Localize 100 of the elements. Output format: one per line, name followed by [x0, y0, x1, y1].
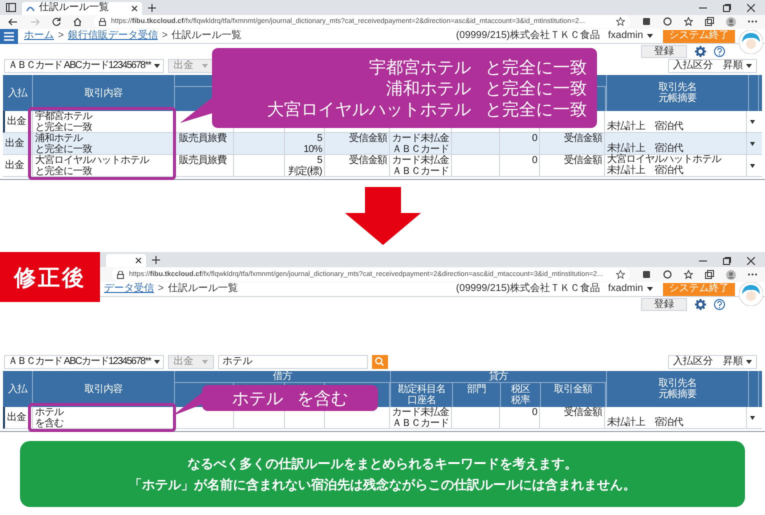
user-menu[interactable]: fxadmin: [608, 30, 653, 42]
table-cell: カード未払金 ＡＢＣカード: [392, 155, 449, 177]
settings-icon[interactable]: [695, 299, 706, 310]
caret-icon[interactable]: [750, 120, 754, 124]
collections-icon[interactable]: [705, 17, 714, 26]
table-cell: 宇都宮ホテル と完全に一致: [35, 111, 92, 133]
lock-icon: [99, 18, 106, 26]
table-row[interactable]: 出金 大宮ロイヤルハットホテル と完全に一致 販売員旅費 5 判定(標) 受信金額 カード未払金 ＡＢＣカード 0 受信金額 大宮ロイヤルハットホテル 未払計上 宿泊代: [3, 155, 762, 177]
status-badge: 修正後: [0, 252, 100, 302]
table-cell: 出金: [7, 412, 26, 423]
table-cell: 受信金額: [564, 407, 602, 418]
user-menu[interactable]: fxadmin: [608, 283, 653, 295]
breadcrumb-link[interactable]: ホーム: [24, 30, 54, 42]
column-header: 取引内容: [84, 384, 122, 394]
callout-text: ホテル: [232, 388, 283, 408]
search-icon: [375, 357, 384, 366]
breadcrumb-link[interactable]: 銀行信販データ受信: [68, 30, 158, 42]
callout-text: と完全に一致: [485, 98, 587, 120]
profile-icon[interactable]: [726, 16, 736, 27]
account-select[interactable]: ＡＢＣカード ABCカード12345678**: [4, 58, 164, 73]
table-cell: ホテル を含む: [35, 407, 64, 429]
collections-icon[interactable]: [705, 270, 714, 279]
column-header: 勘定科目名 口座名: [398, 384, 446, 406]
table-cell: 受信金額: [349, 155, 387, 166]
star-icon[interactable]: [616, 270, 625, 279]
account-select[interactable]: ＡＢＣカード ABCカード12345678**: [4, 354, 164, 368]
table-cell: 5 10%: [303, 133, 322, 155]
column-header: 部門: [467, 384, 486, 395]
caret-icon: [154, 360, 160, 364]
sort-select[interactable]: 入払区分 昇順: [668, 58, 757, 73]
table-cell: 大宮ロイヤルハットホテル 未払計上 宿泊代: [607, 154, 721, 176]
register-button[interactable]: 登録: [641, 44, 687, 58]
table-cell: カード未払金 ＡＢＣカード: [392, 407, 449, 429]
close-icon[interactable]: [747, 4, 755, 12]
home-icon[interactable]: [73, 17, 82, 26]
callout-text: と完全に一致: [485, 78, 587, 98]
search-field[interactable]: ホテル: [218, 354, 368, 368]
refresh-icon[interactable]: [52, 17, 61, 26]
callout-text: を含む: [297, 388, 348, 408]
caret-icon[interactable]: [750, 142, 754, 146]
close-icon[interactable]: [131, 4, 138, 12]
column-group-header: 貸方: [489, 371, 508, 382]
caret-icon: [202, 64, 208, 68]
circle-icon[interactable]: [663, 270, 672, 279]
restore-icon[interactable]: [723, 256, 731, 264]
restore-icon[interactable]: [723, 4, 731, 12]
menu-icon[interactable]: [0, 28, 18, 44]
table-cell: 未払計上 宿泊代: [607, 417, 683, 428]
table-cell: 受信金額: [564, 133, 602, 144]
sort-select[interactable]: 入払区分 昇順: [668, 354, 757, 368]
new-tab-icon[interactable]: [152, 256, 160, 264]
breadcrumb-current: 仕訳ルール一覧: [168, 283, 238, 295]
caret-icon: [154, 64, 160, 68]
close-icon[interactable]: [747, 256, 755, 264]
table-cell: 販売員旅費: [179, 155, 226, 166]
new-tab-icon[interactable]: [148, 4, 156, 12]
column-header: 入払: [8, 88, 27, 98]
circle-icon[interactable]: [663, 17, 672, 26]
profile-icon[interactable]: [726, 270, 736, 280]
caret-icon: [202, 360, 208, 364]
column-group-header: 借方: [273, 371, 292, 382]
column-header: 取引内容: [84, 88, 122, 98]
help-icon[interactable]: [714, 46, 725, 57]
table-cell: 出金: [5, 160, 24, 171]
back-icon[interactable]: [8, 18, 18, 26]
tab-title: 仕訳ルール一覧: [39, 2, 110, 14]
caret-icon[interactable]: [750, 164, 754, 168]
more-icon[interactable]: [748, 20, 757, 24]
breadcrumb-current: 仕訳ルール一覧: [172, 30, 242, 42]
company-name: (09999/215)株式会社ＴＫＣ食品: [456, 30, 600, 42]
more-icon[interactable]: [748, 273, 757, 276]
table-cell: 受信金額: [564, 155, 602, 166]
help-icon[interactable]: [714, 299, 725, 310]
cloud-icon: [26, 4, 35, 12]
register-button[interactable]: 登録: [641, 298, 687, 311]
breadcrumb-link[interactable]: データ受信: [104, 283, 154, 295]
favorites-icon[interactable]: [684, 17, 693, 26]
table-cell: 未払計上 宿泊代: [607, 143, 683, 154]
window-icon[interactable]: [6, 2, 16, 12]
direction-select: 出金: [168, 354, 214, 368]
lock-icon: [117, 270, 124, 278]
browser-tab[interactable]: 仕訳ルール一覧: [22, 2, 142, 14]
browser-tab[interactable]: [106, 254, 146, 267]
table-cell: 未払計上 宿泊代: [607, 121, 683, 132]
favorites-icon[interactable]: [684, 270, 693, 279]
close-icon[interactable]: [135, 257, 142, 264]
table-cell: 5 判定(標): [288, 155, 322, 177]
column-header: 税区 税率: [511, 384, 530, 406]
column-header: 入払: [8, 384, 27, 394]
table-row[interactable]: 出金 浦和ホテル と完全に一致 販売員旅費 5 10% 受信金額 カード未払金 ＡＢＣカード 0 受信金額 未払計上 宿泊代: [3, 133, 762, 155]
table-cell: 販売員旅費: [179, 133, 226, 144]
caption-text: 「ホテル」が名前に含まれない宿泊先は残念ながらこの仕訳ルールには含まれません。: [129, 476, 636, 494]
caption-text: なるべく多くの仕訳ルールをまとめられるキーワードを考えます。: [188, 454, 578, 472]
company-name: (09999/215)株式会社ＴＫＣ食品: [456, 283, 600, 295]
table-cell: 出金: [7, 116, 26, 127]
caret-icon[interactable]: [750, 416, 754, 420]
star-icon[interactable]: [616, 17, 625, 26]
table-cell: 0: [532, 133, 537, 144]
table-cell: 0: [532, 407, 537, 418]
settings-icon[interactable]: [695, 46, 706, 57]
